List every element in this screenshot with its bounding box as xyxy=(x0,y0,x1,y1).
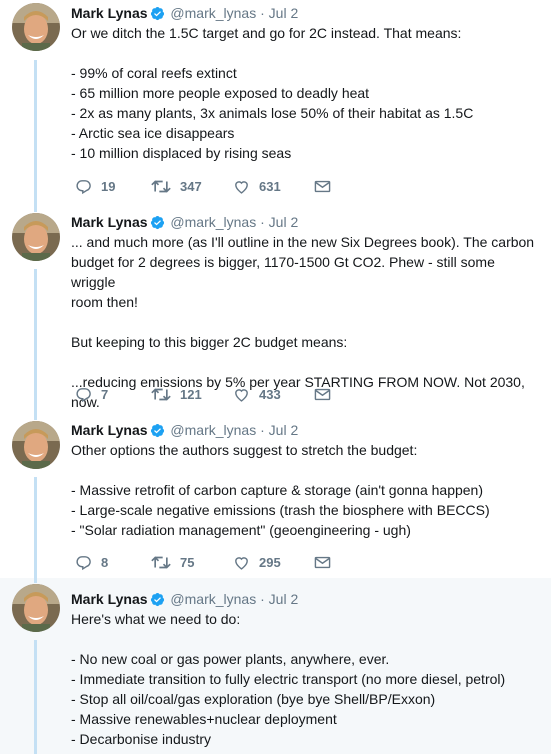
tweet-line: - Immediate transition to fully electric… xyxy=(71,671,506,687)
tweet-date[interactable]: Jul 2 xyxy=(269,591,299,607)
tweet-line xyxy=(71,43,541,63)
author-handle[interactable]: @mark_lynas xyxy=(170,214,256,230)
author-handle[interactable]: @mark_lynas xyxy=(170,591,256,607)
tweet-line: ... and much more (as I'll outline in th… xyxy=(71,234,535,250)
retweet-count: 347 xyxy=(180,178,202,194)
envelope-icon xyxy=(314,556,331,568)
thread-line xyxy=(34,415,37,420)
retweet-icon xyxy=(151,555,171,569)
tweet-line: Or we ditch the 1.5C target and go for 2… xyxy=(71,25,462,41)
thread-line xyxy=(34,640,37,754)
retweet-icon xyxy=(151,179,171,193)
tweet-line: - Decarbonise industry xyxy=(71,731,212,747)
like-count: 295 xyxy=(259,554,281,570)
thread-line xyxy=(34,578,37,583)
tweet-line: - 10 million displaced by rising seas xyxy=(71,145,292,161)
thread-line xyxy=(34,207,37,212)
reply-icon xyxy=(76,387,91,402)
reply-icon xyxy=(76,555,91,570)
tweet-line xyxy=(71,460,541,480)
reply-button[interactable]: 19 xyxy=(75,176,115,196)
like-count: 631 xyxy=(259,178,281,194)
tweet-line: - Massive renewables+nuclear deployment xyxy=(71,711,337,727)
thread-line xyxy=(34,269,37,415)
reply-count: 7 xyxy=(101,386,109,402)
tweet-line: budget for 2 degrees is bigger, 1170-150… xyxy=(71,254,495,290)
tweet-line xyxy=(71,352,541,372)
tweet-date[interactable]: Jul 2 xyxy=(269,214,299,230)
tweet-line: But keeping to this bigger 2C budget mea… xyxy=(71,334,348,350)
dm-button[interactable] xyxy=(314,176,331,196)
separator-dot: · xyxy=(260,422,265,438)
like-count: 433 xyxy=(259,386,281,402)
thread-line xyxy=(34,477,37,578)
thread-line xyxy=(34,60,37,207)
reply-icon xyxy=(76,179,91,194)
tweet-line: - 65 million more people exposed to dead… xyxy=(71,85,370,101)
retweet-button[interactable]: 75 xyxy=(151,552,194,572)
tweet-text: Other options the authors suggest to str… xyxy=(71,440,541,540)
avatar[interactable] xyxy=(12,213,60,261)
retweet-count: 75 xyxy=(180,554,195,570)
tweet-line: - 2x as many plants, 3x animals lose 50%… xyxy=(71,105,474,121)
avatar[interactable] xyxy=(12,584,60,632)
tweet[interactable]: Mark Lynas @mark_lynas · Jul 2 ... and m… xyxy=(0,207,551,416)
retweet-button[interactable]: 347 xyxy=(151,176,202,196)
tweet-line: - Massive retrofit of carbon capture & s… xyxy=(71,482,484,498)
tweet-text: Or we ditch the 1.5C target and go for 2… xyxy=(71,23,541,163)
separator-dot: · xyxy=(260,5,265,21)
tweet-date[interactable]: Jul 2 xyxy=(269,5,299,21)
avatar-image xyxy=(12,421,60,469)
separator-dot: · xyxy=(260,214,265,230)
separator-dot: · xyxy=(260,591,265,607)
tweet-line xyxy=(71,312,541,332)
like-button[interactable]: 295 xyxy=(233,552,281,572)
reply-count: 19 xyxy=(101,178,116,194)
avatar-image xyxy=(12,213,60,261)
tweet-line: - Large-scale negative emissions (trash … xyxy=(71,502,490,518)
retweet-count: 121 xyxy=(180,386,202,402)
tweet-line: room then! xyxy=(71,294,138,310)
tweet-date[interactable]: Jul 2 xyxy=(269,422,299,438)
reply-count: 8 xyxy=(101,554,109,570)
reply-button[interactable]: 7 xyxy=(75,384,108,404)
tweet-line xyxy=(71,629,541,649)
tweet-line: - "Solar radiation management" (geoengin… xyxy=(71,522,411,538)
reply-button[interactable]: 8 xyxy=(75,552,108,572)
like-button[interactable]: 631 xyxy=(233,176,281,196)
tweet-line: - 99% of coral reefs extinct xyxy=(71,65,237,81)
heart-icon xyxy=(235,180,248,194)
author-name[interactable]: Mark Lynas xyxy=(71,591,148,607)
author-handle[interactable]: @mark_lynas xyxy=(170,5,256,21)
avatar[interactable] xyxy=(12,3,60,51)
heart-icon xyxy=(235,556,248,570)
avatar[interactable] xyxy=(12,421,60,469)
author-name[interactable]: Mark Lynas xyxy=(71,5,148,21)
tweet[interactable]: Mark Lynas @mark_lynas · Jul 2 Or we dit… xyxy=(0,0,551,208)
author-name[interactable]: Mark Lynas xyxy=(71,422,148,438)
tweet[interactable]: Mark Lynas @mark_lynas · Jul 2 Other opt… xyxy=(0,415,551,579)
tweet-line: - Stop all oil/coal/gas exploration (bye… xyxy=(71,691,436,707)
tweet[interactable]: Mark Lynas @mark_lynas · Jul 2 Here's wh… xyxy=(0,578,551,754)
retweet-icon xyxy=(151,387,171,401)
dm-button[interactable] xyxy=(314,384,331,404)
tweet-line: - No new coal or gas power plants, anywh… xyxy=(71,651,390,667)
tweet-line: Here's what we need to do: xyxy=(71,611,241,627)
author-name[interactable]: Mark Lynas xyxy=(71,214,148,230)
avatar-image xyxy=(12,3,60,51)
avatar-image xyxy=(12,584,60,632)
envelope-icon xyxy=(314,388,331,400)
retweet-button[interactable]: 121 xyxy=(151,384,202,404)
tweet-line: - Arctic sea ice disappears xyxy=(71,125,235,141)
tweet-line: Other options the authors suggest to str… xyxy=(71,442,418,458)
tweet-text: Here's what we need to do: - No new coal… xyxy=(71,609,541,749)
like-button[interactable]: 433 xyxy=(233,384,281,404)
dm-button[interactable] xyxy=(314,552,331,572)
heart-icon xyxy=(235,388,248,402)
envelope-icon xyxy=(314,180,331,192)
author-handle[interactable]: @mark_lynas xyxy=(170,422,256,438)
